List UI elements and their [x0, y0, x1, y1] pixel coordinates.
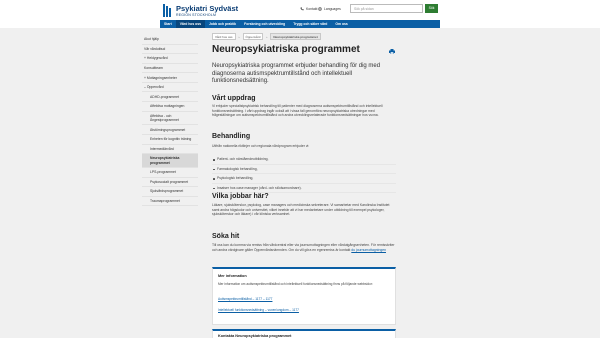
globe-icon [318, 7, 322, 11]
contact-box: Kontakta Neuropsykiatriska programmet [212, 329, 396, 338]
chevron-right-icon: › [238, 34, 240, 39]
heading-jobbar: Vilka jobbar här? [212, 193, 269, 200]
list-item: Insatser hos case manager (vård- och stö… [212, 184, 396, 194]
logo-subtitle: REGION STOCKHOLM [176, 12, 217, 17]
breadcrumb-current: Neuropsykiatriska programmet [270, 33, 321, 40]
info-link-autism[interactable]: Autismspektrumtillstånd – 1177 – 1177 [218, 297, 272, 301]
chevron-right-icon: › [266, 34, 268, 39]
logo-title: Psykiatri Sydväst [176, 3, 239, 13]
site-logo[interactable]: Psykiatri Sydväst REGION STOCKHOLM [163, 4, 238, 17]
nav-item-forskning[interactable]: Forskning och utveckling [240, 20, 289, 28]
journumottagning-link[interactable]: du journumottagningen [351, 248, 386, 252]
site-header: Psykiatri Sydväst REGION STOCKHOLM Konta… [0, 0, 600, 20]
main-content: Neuropsykiatriska programmet [212, 44, 398, 55]
lead-paragraph: Neuropsykiatriska programmet erbjuder be… [212, 63, 381, 84]
page-title: Neuropsykiatriska programmet [212, 44, 360, 55]
contact-label: Kontakt [306, 7, 318, 11]
list-item: Farmakologisk behandling, [212, 165, 396, 175]
info-link-intellektuell[interactable]: Intellektuell funktionsnedsättning – vux… [218, 308, 299, 312]
sidebar-subitem[interactable]: Affektiva - och Ångestprogrammet [142, 112, 198, 126]
sidebar-subitem[interactable]: ADHD-programmet [142, 92, 198, 103]
paragraph-uppdrag: Vi erbjuder specialistpsykiatrisk behand… [212, 104, 383, 117]
nav-item-om-oss[interactable]: Om oss [331, 20, 351, 28]
sidebar-subitem[interactable]: Psykosocialt programmet [142, 178, 198, 188]
paragraph-behandling: Utifrån nationella riktlinjer och region… [212, 144, 310, 148]
main-nav: Start Vård hos oss Jobb och praktik Fors… [160, 20, 440, 28]
sidebar-subitem[interactable]: Intermediärvård [142, 145, 198, 155]
sidebar-item[interactable]: Akut hjälp [142, 35, 198, 45]
languages-label: Languages [324, 7, 341, 11]
sidebar-subitem[interactable]: Traumaprogrammet [142, 197, 198, 207]
sidebar-subitem[interactable]: Sjukvårdsprogrammet [142, 187, 198, 197]
sidebar-subitem[interactable]: Enheten för kognitiv träning [142, 135, 198, 145]
more-info-box: Mer information Mer information om autis… [212, 267, 396, 325]
list-item: Patient- och närståendeutbildning, [212, 155, 396, 165]
phone-icon [300, 7, 304, 11]
breadcrumb-item[interactable]: Vård hos oss [212, 33, 236, 40]
info-box-text: Mer information om autismspektrumtillstå… [218, 282, 373, 286]
info-box-title: Mer information [218, 274, 247, 278]
contact-box-title: Kontakta Neuropsykiatriska programmet [218, 334, 292, 338]
sidebar-subitem[interactable]: Ätstörningsprogrammet [142, 125, 198, 135]
heading-uppdrag: Vårt uppdrag [212, 95, 256, 102]
logo-icon [163, 4, 173, 17]
heading-soka: Söka hit [212, 233, 240, 240]
sidebar: Akut hjälp Vår vårdutbud + Heldygnsvård … [142, 35, 198, 207]
sidebar-item[interactable]: Vår vårdutbud [142, 45, 198, 55]
paragraph-jobbar: Läkare, sjuksköterskor, psykolog, case m… [212, 203, 390, 216]
sidebar-subitem[interactable]: LPS-programmet [142, 168, 198, 178]
paragraph-soka: Till oss kan du komma via remiss från vå… [212, 243, 396, 252]
treatment-list: Patient- och närståendeutbildning, Farma… [212, 155, 396, 194]
nav-item-start[interactable]: Start [160, 20, 176, 28]
languages-link[interactable]: Languages [318, 7, 341, 11]
sidebar-item[interactable]: – Öppenvård [142, 83, 198, 93]
contact-link[interactable]: Kontakt [300, 7, 318, 11]
nav-item-trygg[interactable]: Trygg och säker vård [289, 20, 331, 28]
breadcrumb: Vård hos oss › Öppenvård › Neuropsykiatr… [212, 33, 321, 40]
sidebar-item[interactable]: + Heldygnsvård [142, 54, 198, 64]
list-item: Psykologisk behandling, [212, 174, 396, 184]
heading-behandling: Behandling [212, 133, 251, 140]
nav-item-vard-hos-oss[interactable]: Vård hos oss [175, 20, 206, 28]
search-input[interactable]: Sök på sidan [350, 4, 423, 13]
print-icon[interactable] [389, 49, 395, 54]
sidebar-subitem[interactable]: Affektiva mottagningen [142, 102, 198, 112]
nav-item-jobb[interactable]: Jobb och praktik [205, 20, 240, 28]
search-button[interactable]: Sök [425, 4, 438, 13]
sidebar-subitem-active[interactable]: Neuropsykiatriska programmet [142, 154, 198, 168]
sidebar-item[interactable]: + Mottagningsenheter [142, 73, 198, 83]
sidebar-item[interactable]: Konsultteam [142, 64, 198, 74]
breadcrumb-item[interactable]: Öppenvård [242, 33, 264, 40]
